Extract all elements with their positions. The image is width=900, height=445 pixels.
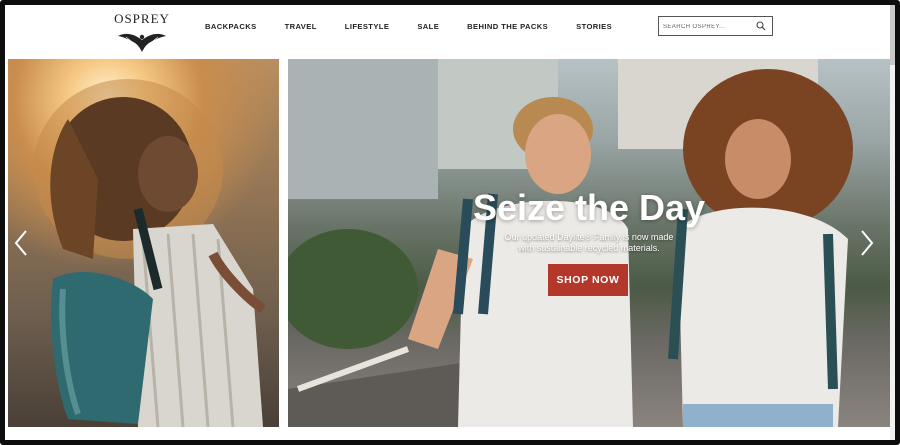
search-icon[interactable] (756, 21, 766, 31)
woman-with-backpack-image (33, 79, 266, 427)
page-scrollbar[interactable] (890, 5, 895, 440)
osprey-bird-icon (118, 33, 166, 52)
hero-subtitle: Our updated Daylite® Family is now made … (288, 232, 890, 254)
shop-now-button[interactable]: SHOP NOW (548, 264, 628, 296)
nav-item-sale[interactable]: SALE (417, 22, 439, 31)
hero-subtitle-line-1: Our updated Daylite® Family is now made (504, 232, 674, 242)
chevron-left-icon[interactable] (14, 229, 28, 257)
hero-subtitle-line-2: with sustainable recycled materials. (518, 243, 660, 253)
search-input[interactable] (663, 21, 753, 32)
hero-title: Seize the Day (472, 187, 706, 228)
nav-item-stories[interactable]: STORIES (576, 22, 612, 31)
hero-slide: Seize the Day Our updated Daylite® Famil… (288, 59, 890, 427)
logo-wordmark: OSPREY (114, 11, 170, 26)
chevron-right-icon[interactable] (860, 229, 874, 257)
nav-item-behind-the-packs[interactable]: BEHIND THE PACKS (467, 22, 548, 31)
osprey-logo[interactable]: OSPREY (112, 9, 172, 57)
nav-item-travel[interactable]: TRAVEL (285, 22, 317, 31)
scrollbar-thumb[interactable] (890, 5, 895, 65)
site-header: OSPREY BACKPACKS TRAVEL LIFESTYLE SALE B… (5, 5, 895, 60)
hero-image-left (8, 59, 279, 427)
search-box (658, 16, 773, 36)
main-nav: BACKPACKS TRAVEL LIFESTYLE SALE BEHIND T… (205, 22, 640, 31)
nav-item-lifestyle[interactable]: LIFESTYLE (345, 22, 390, 31)
nav-item-backpacks[interactable]: BACKPACKS (205, 22, 257, 31)
browser-frame: OSPREY BACKPACKS TRAVEL LIFESTYLE SALE B… (0, 0, 900, 445)
